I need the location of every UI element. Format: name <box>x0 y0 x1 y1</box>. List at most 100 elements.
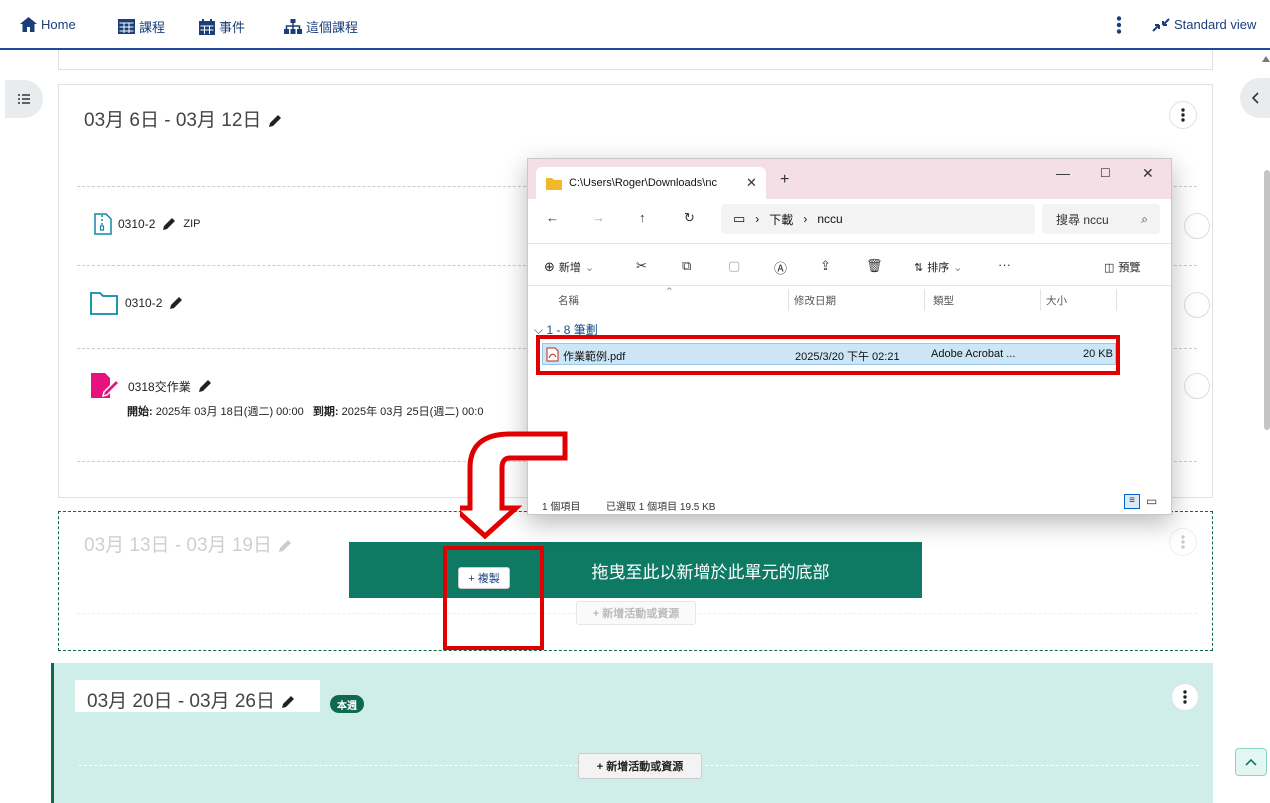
sort-icon: ⇅ <box>914 261 924 274</box>
scrollbar-thumb[interactable] <box>1264 170 1270 430</box>
more-options-icon[interactable]: ··· <box>998 257 1011 272</box>
add-activity-label: + 新增活動或資源 <box>592 608 680 620</box>
minimize-icon[interactable]: — <box>1056 165 1070 181</box>
path-segment[interactable]: 下載 <box>769 211 793 228</box>
delete-icon[interactable]: 🗑 <box>866 258 883 274</box>
chevron-down-icon: ⌄ <box>584 261 595 274</box>
activity-name[interactable]: 0310-2 <box>118 217 155 231</box>
section-title-text: 03月 13日 - 03月 19日 <box>84 535 272 556</box>
nav-this-course-label: 這個課程 <box>306 20 359 35</box>
activity-menu-button[interactable] <box>1184 213 1210 239</box>
forward-arrow-icon[interactable]: → <box>592 210 605 225</box>
sort-button[interactable]: ⇅ 排序 ⌄ <box>914 259 962 275</box>
address-bar[interactable]: ▭ › 下載 › nccu <box>721 204 1035 234</box>
column-type[interactable]: 類型 <box>933 293 954 308</box>
rename-icon[interactable]: Ⓐ <box>774 258 787 277</box>
pencil-icon[interactable] <box>197 378 213 394</box>
standard-view-label: Standard view <box>1174 17 1257 32</box>
cut-icon[interactable]: ✂ <box>636 258 647 274</box>
kebab-icon <box>1181 108 1185 122</box>
section-menu-button[interactable] <box>1171 683 1199 711</box>
details-view-icon[interactable]: ≡ <box>1124 494 1140 509</box>
column-separator <box>1040 289 1041 311</box>
activity-menu-button[interactable] <box>1184 373 1210 399</box>
new-button[interactable]: ⊕ 新增 ⌄ <box>544 259 594 275</box>
status-selection: 已選取 1 個項目 19.5 KB <box>606 502 716 513</box>
add-activity-button[interactable]: + 新增活動或資源 <box>578 753 702 779</box>
due-label: 到期: <box>312 406 339 418</box>
section-menu-button[interactable] <box>1169 528 1197 556</box>
copy-icon[interactable]: ⧉ <box>682 258 691 274</box>
top-navbar: Home 課程 事件 這個課程 Standard view <box>0 0 1270 50</box>
column-size[interactable]: 大小 <box>1046 293 1067 308</box>
path-segment[interactable]: nccu <box>817 212 842 226</box>
plus-circle-icon: ⊕ <box>544 259 555 274</box>
tiles-view-icon[interactable]: ▭ <box>1146 494 1157 508</box>
drop-zone-banner[interactable]: 拖曳至此以新增於此單元的底部 <box>349 542 922 598</box>
add-activity-button[interactable]: + 新增活動或資源 <box>576 601 696 625</box>
scroll-up-arrow-icon[interactable] <box>1262 50 1270 62</box>
more-vertical-icon[interactable] <box>1116 16 1124 34</box>
chevron-left-icon <box>1252 92 1259 104</box>
back-to-top-button[interactable] <box>1235 748 1267 776</box>
close-window-icon[interactable]: ✕ <box>1142 165 1154 182</box>
section-title-text: 03月 20日 - 03月 26日 <box>87 691 275 712</box>
refresh-icon[interactable]: ↻ <box>684 210 695 226</box>
section-title: 03月 6日 - 03月 12日 <box>84 105 283 132</box>
close-tab-icon[interactable]: ✕ <box>746 175 757 191</box>
course-index-toggle[interactable] <box>5 80 43 118</box>
file-type-badge: ZIP <box>183 218 201 230</box>
previous-section-card <box>58 50 1213 70</box>
paste-icon[interactable]: ▢ <box>728 258 740 274</box>
section-title: 03月 20日 - 03月 26日 <box>87 686 296 713</box>
nav-this-course[interactable]: 這個課程 <box>284 17 358 36</box>
drop-zone-text: 拖曳至此以新增於此單元的底部 <box>591 562 830 582</box>
status-bar: 1 個項目 已選取 1 個項目 19.5 KB ≡ ▭ <box>528 494 1171 514</box>
search-box[interactable]: 搜尋 nccu ⌕ <box>1042 204 1160 234</box>
activity-menu-button[interactable] <box>1184 292 1210 318</box>
activity-name[interactable]: 0310-2 <box>125 296 162 310</box>
activity-assignment[interactable]: 0318交作業 <box>90 372 213 400</box>
computer-icon: ▭ <box>733 211 746 226</box>
chevron-down-icon: ⌄ <box>953 261 963 274</box>
left-rail <box>0 50 58 803</box>
back-arrow-icon[interactable]: ← <box>546 210 559 225</box>
chevron-right-icon: › <box>803 212 808 226</box>
preview-button[interactable]: ◫ 預覽 <box>1104 259 1140 275</box>
explorer-tab-title: C:\Users\Roger\Downloads\nc <box>569 177 717 189</box>
pencil-icon[interactable] <box>280 694 296 710</box>
preview-label: 預覽 <box>1118 262 1141 274</box>
kebab-icon <box>1181 535 1185 549</box>
column-name[interactable]: 名稱 <box>558 293 579 308</box>
column-separator <box>924 289 925 311</box>
nav-courses[interactable]: 課程 <box>118 17 165 36</box>
current-week-badge: 本週 <box>330 695 364 713</box>
share-icon[interactable]: ⇪ <box>820 258 831 274</box>
drag-arrow-annotation <box>460 431 568 540</box>
nav-home-label: Home <box>41 17 76 32</box>
nav-events[interactable]: 事件 <box>199 17 245 36</box>
sitemap-icon <box>284 19 302 34</box>
section-menu-button[interactable] <box>1169 101 1197 129</box>
pencil-icon[interactable] <box>267 113 283 129</box>
pencil-icon[interactable] <box>161 216 177 232</box>
home-icon <box>20 17 37 32</box>
right-rail <box>1213 50 1270 803</box>
maximize-icon[interactable]: ☐ <box>1100 166 1111 180</box>
explorer-titlebar: C:\Users\Roger\Downloads\nc ✕ + — ☐ ✕ <box>528 159 1171 199</box>
pencil-icon[interactable] <box>168 295 184 311</box>
column-modified[interactable]: 修改日期 <box>794 293 836 308</box>
new-tab-icon[interactable]: + <box>780 171 789 189</box>
up-arrow-icon[interactable]: ↑ <box>639 210 646 225</box>
preview-pane-icon: ◫ <box>1104 261 1115 274</box>
activity-name[interactable]: 0318交作業 <box>128 378 191 395</box>
pencil-icon[interactable] <box>277 538 293 554</box>
divider <box>528 243 1171 244</box>
activity-zip[interactable]: 0310-2 ZIP <box>94 213 201 235</box>
explorer-tab[interactable]: C:\Users\Roger\Downloads\nc ✕ <box>536 167 766 199</box>
due-value: 2025年 03月 25日(週二) 00:0 <box>341 406 484 418</box>
activity-folder[interactable]: 0310-2 <box>89 290 184 316</box>
standard-view-button[interactable]: Standard view <box>1152 17 1256 32</box>
zip-file-icon <box>94 213 112 235</box>
nav-home[interactable]: Home <box>20 17 76 32</box>
